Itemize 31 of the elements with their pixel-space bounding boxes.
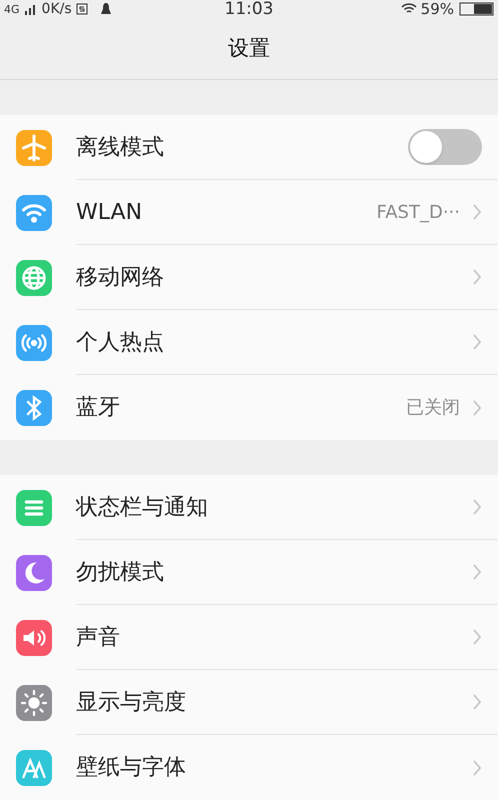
setting-label[interactable]: 状态栏与通知: [76, 490, 472, 524]
chevron-icon: [472, 628, 482, 646]
network-type: 4G: [4, 4, 20, 15]
setting-label[interactable]: 离线模式: [76, 130, 408, 164]
chevron-icon: [472, 268, 482, 286]
wifi-icon: [400, 3, 417, 16]
setting-label[interactable]: 移动网络: [76, 260, 472, 294]
setting-label[interactable]: 声音: [76, 620, 472, 654]
setting-label[interactable]: WLAN: [76, 196, 377, 228]
setting-label[interactable]: 个人热点: [76, 326, 472, 358]
battery-icon: [458, 2, 494, 16]
clock: 11:03: [224, 0, 274, 18]
setting-value: 已关闭: [406, 396, 460, 420]
toggle-switch[interactable]: [408, 129, 482, 165]
setting-value: FAST_D···: [376, 200, 460, 224]
setting-label[interactable]: 壁纸与字体: [76, 751, 472, 784]
chevron-icon: [472, 498, 482, 516]
chevron-icon: [472, 693, 482, 711]
chevron-icon: [472, 758, 482, 776]
sim-icon: [76, 3, 88, 16]
setting-label[interactable]: 显示与亮度: [76, 686, 472, 718]
battery-percent: 59%: [420, 2, 454, 17]
setting-label[interactable]: 勿扰模式: [76, 556, 472, 588]
page-title: 设置: [228, 34, 270, 62]
chevron-icon: [472, 333, 482, 351]
signal-icon: [24, 3, 38, 16]
network-speed: 0K/s: [42, 2, 72, 16]
chevron-icon: [472, 203, 482, 221]
chevron-icon: [472, 398, 482, 416]
chevron-icon: [472, 563, 482, 581]
setting-label[interactable]: 蓝牙: [76, 391, 406, 424]
